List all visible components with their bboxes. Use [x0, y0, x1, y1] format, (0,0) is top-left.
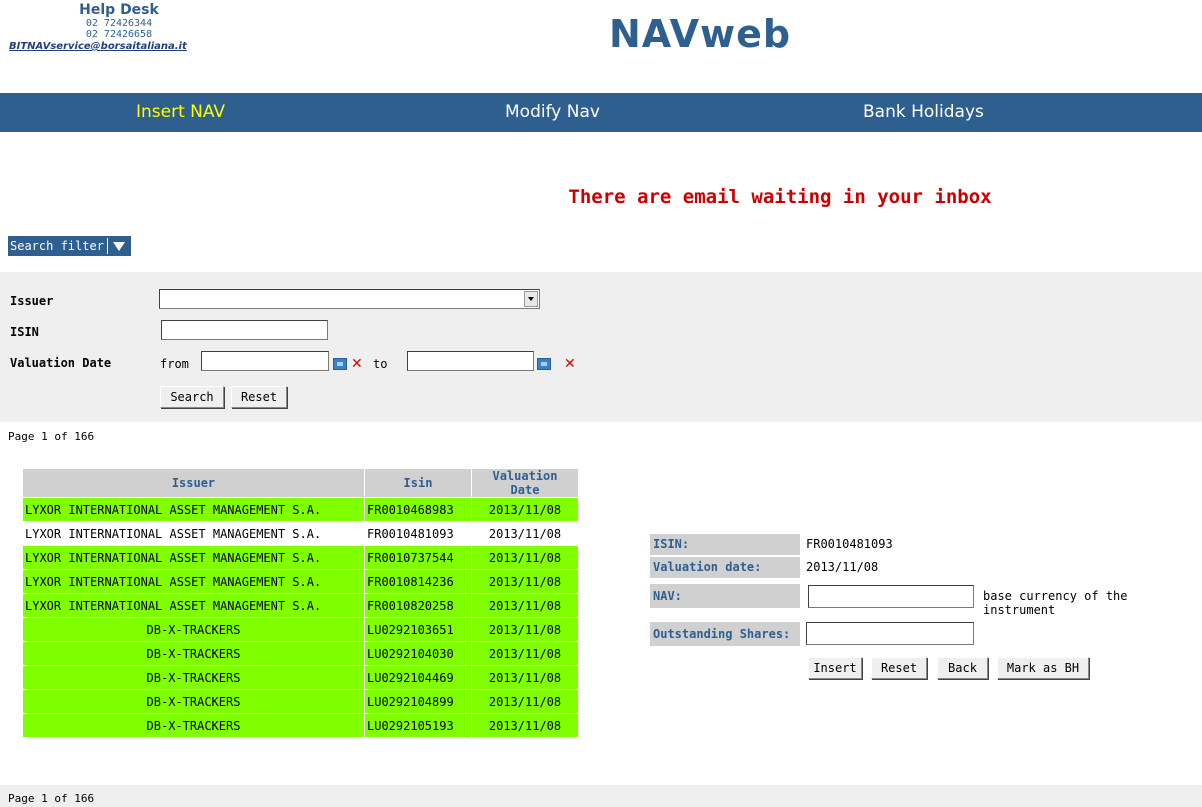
- row-issuer: LYXOR INTERNATIONAL ASSET MANAGEMENT S.A…: [22, 593, 365, 618]
- pagination-bottom: Page 1 of 166: [8, 792, 95, 805]
- row-isin: FR0010737544: [364, 545, 472, 570]
- issuer-label: Issuer: [10, 294, 54, 308]
- detail-isin-value: FR0010481093: [806, 537, 893, 551]
- nav-hint: base currency of the instrument: [983, 589, 1128, 617]
- detail-valuation-value: 2013/11/08: [806, 560, 879, 574]
- row-isin: LU0292104469: [364, 665, 472, 690]
- row-isin: FR0010468983: [364, 497, 472, 522]
- toggle-separator: [106, 238, 108, 254]
- main-nav: Insert NAV Modify Nav Bank Holidays: [0, 93, 1202, 132]
- nav-insert-nav[interactable]: Insert NAV: [136, 93, 225, 132]
- mark-as-bh-button[interactable]: Mark as BH: [997, 657, 1089, 679]
- app-title: NAVweb: [608, 12, 792, 56]
- reset-button[interactable]: Reset: [871, 657, 927, 679]
- pagination-bottom-bar: [0, 785, 1202, 807]
- row-date: 2013/11/08: [471, 569, 579, 594]
- nav-input[interactable]: [808, 585, 974, 608]
- table-header-row: Issuer Isin Valuation Date: [22, 468, 579, 498]
- helpdesk-title: Help Desk: [79, 2, 159, 18]
- clear-to-x-icon[interactable]: ✕: [564, 357, 576, 371]
- row-issuer: LYXOR INTERNATIONAL ASSET MANAGEMENT S.A…: [22, 545, 365, 570]
- table-row[interactable]: DB-X-TRACKERS LU0292104469 2013/11/08: [22, 665, 579, 690]
- detail-valuation-label: Valuation date:: [650, 557, 800, 578]
- table-row[interactable]: DB-X-TRACKERS LU0292104030 2013/11/08: [22, 641, 579, 666]
- table-row[interactable]: LYXOR INTERNATIONAL ASSET MANAGEMENT S.A…: [22, 545, 579, 570]
- to-date-input[interactable]: [407, 351, 534, 371]
- detail-shares-label: Outstanding Shares:: [650, 622, 800, 646]
- helpdesk-box: Help Desk 02 72426344 02 72426658 BITNAV…: [9, 2, 229, 54]
- row-issuer: DB-X-TRACKERS: [22, 665, 365, 690]
- table-row[interactable]: DB-X-TRACKERS LU0292104899 2013/11/08: [22, 689, 579, 714]
- detail-nav-label: NAV:: [650, 584, 800, 608]
- table-row[interactable]: LYXOR INTERNATIONAL ASSET MANAGEMENT S.A…: [22, 593, 579, 618]
- helpdesk-phone-1: 02 72426344: [85, 18, 153, 29]
- table-row[interactable]: LYXOR INTERNATIONAL ASSET MANAGEMENT S.A…: [22, 497, 579, 522]
- from-label: from: [160, 357, 189, 371]
- nav-modify-nav[interactable]: Modify Nav: [505, 93, 600, 132]
- valuation-date-label: Valuation Date: [10, 356, 112, 370]
- nav-bank-holidays[interactable]: Bank Holidays: [863, 93, 984, 132]
- row-issuer: DB-X-TRACKERS: [22, 617, 365, 642]
- clear-from-x-icon[interactable]: ✕: [351, 357, 363, 371]
- row-issuer: LYXOR INTERNATIONAL ASSET MANAGEMENT S.A…: [22, 497, 365, 522]
- filter-panel: Issuer ISIN Valuation Date from ✕ to ✕ S…: [0, 272, 1202, 422]
- row-date: 2013/11/08: [471, 617, 579, 642]
- table-row[interactable]: LYXOR INTERNATIONAL ASSET MANAGEMENT S.A…: [22, 569, 579, 594]
- triangle-down-icon: [112, 241, 125, 251]
- helpdesk-phone-2: 02 72426658: [85, 29, 153, 40]
- search-filter-label: Search filter: [10, 239, 104, 253]
- insert-button[interactable]: Insert: [808, 657, 862, 679]
- helpdesk-email-link[interactable]: BITNAVservice@borsaitaliana.it: [9, 40, 229, 54]
- row-issuer: DB-X-TRACKERS: [22, 641, 365, 666]
- row-isin: LU0292105193: [364, 713, 472, 738]
- search-button[interactable]: Search: [160, 386, 224, 408]
- row-isin: LU0292104899: [364, 689, 472, 714]
- row-issuer: DB-X-TRACKERS: [22, 689, 365, 714]
- calendar-icon[interactable]: [537, 358, 551, 370]
- row-issuer: LYXOR INTERNATIONAL ASSET MANAGEMENT S.A…: [22, 569, 365, 594]
- row-date: 2013/11/08: [471, 665, 579, 690]
- to-label: to: [373, 357, 388, 371]
- row-date: 2013/11/08: [471, 521, 579, 546]
- reset-filter-button[interactable]: Reset: [231, 386, 287, 408]
- row-issuer: DB-X-TRACKERS: [22, 713, 365, 738]
- row-date: 2013/11/08: [471, 593, 579, 618]
- row-isin: FR0010814236: [364, 569, 472, 594]
- isin-input[interactable]: [161, 320, 328, 340]
- chevron-down-icon[interactable]: [524, 291, 538, 307]
- row-date: 2013/11/08: [471, 641, 579, 666]
- row-date: 2013/11/08: [471, 497, 579, 522]
- outstanding-shares-input[interactable]: [806, 622, 974, 645]
- col-isin[interactable]: Isin: [364, 468, 472, 498]
- calendar-icon[interactable]: [333, 358, 347, 370]
- table-row[interactable]: DB-X-TRACKERS LU0292105193 2013/11/08: [22, 713, 579, 738]
- col-valuation-date[interactable]: Valuation Date: [471, 468, 579, 498]
- row-isin: LU0292104030: [364, 641, 472, 666]
- search-filter-toggle[interactable]: Search filter: [8, 236, 131, 256]
- detail-isin-label: ISIN:: [650, 534, 800, 555]
- col-issuer[interactable]: Issuer: [22, 468, 365, 498]
- issuer-select[interactable]: [159, 289, 540, 309]
- from-date-input[interactable]: [201, 351, 329, 371]
- table-row[interactable]: DB-X-TRACKERS LU0292103651 2013/11/08: [22, 617, 579, 642]
- isin-label: ISIN: [10, 325, 39, 339]
- results-table: Issuer Isin Valuation Date LYXOR INTERNA…: [22, 468, 579, 738]
- row-date: 2013/11/08: [471, 545, 579, 570]
- row-date: 2013/11/08: [471, 689, 579, 714]
- back-button[interactable]: Back: [937, 657, 988, 679]
- row-isin: FR0010820258: [364, 593, 472, 618]
- table-row[interactable]: LYXOR INTERNATIONAL ASSET MANAGEMENT S.A…: [22, 521, 579, 546]
- row-issuer: LYXOR INTERNATIONAL ASSET MANAGEMENT S.A…: [22, 521, 365, 546]
- pagination-top: Page 1 of 166: [8, 430, 95, 443]
- email-notice[interactable]: There are email waiting in your inbox: [480, 186, 1080, 208]
- row-date: 2013/11/08: [471, 713, 579, 738]
- row-isin: LU0292103651: [364, 617, 472, 642]
- row-isin: FR0010481093: [364, 521, 472, 546]
